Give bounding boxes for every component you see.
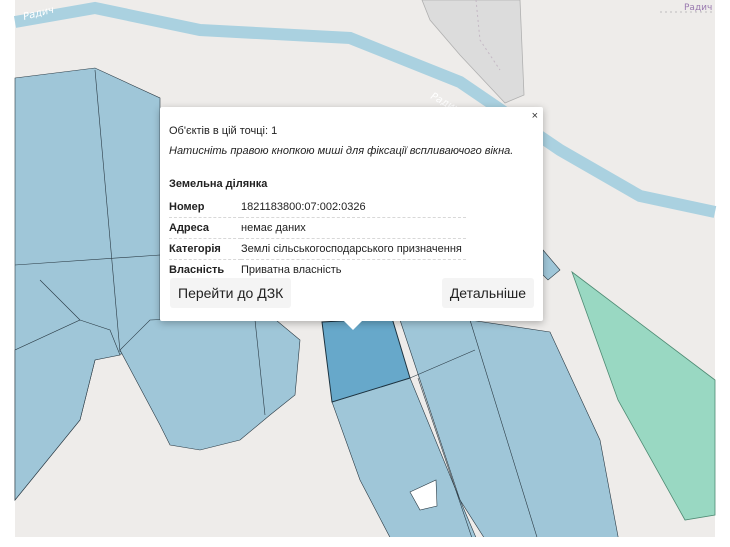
parcel-type-title: Земельна ділянка — [169, 178, 268, 190]
attribute-key: Категорія — [169, 238, 241, 260]
details-button[interactable]: Детальніше — [441, 278, 534, 308]
attribute-value: Землі сільськогосподарського призначення — [241, 238, 466, 260]
attribute-value: Приватна власність — [241, 264, 342, 276]
go-to-dzk-button[interactable]: Перейти до ДЗК — [170, 278, 292, 308]
attribute-value: 1821183800:07:002:0326 — [241, 197, 466, 218]
table-row: Власність Приватна власність — [169, 260, 466, 281]
table-row: Адреса немає даних — [169, 217, 466, 239]
attribute-key: Власність — [169, 264, 225, 276]
parcel-attributes-table: Номер 1821183800:07:002:0326 Адреса нема… — [169, 197, 466, 280]
place-label: Радич — [684, 3, 712, 13]
popup-hint: Натисніть правою кнопкою миші для фіксац… — [169, 145, 514, 157]
table-row: Номер 1821183800:07:002:0326 — [169, 197, 466, 218]
close-button[interactable]: × — [532, 110, 538, 122]
attribute-value: немає даних — [241, 217, 466, 239]
parcel-popup: × Об'єктів в цій точці: 1 Натисніть прав… — [160, 107, 543, 330]
object-count: Об'єктів в цій точці: 1 — [169, 125, 278, 137]
map-bottom-strip — [0, 537, 730, 547]
popup-tip — [343, 320, 363, 330]
attribute-key: Номер — [169, 197, 241, 218]
attribute-key: Адреса — [169, 217, 241, 239]
table-row: Категорія Землі сільськогосподарського п… — [169, 238, 466, 260]
